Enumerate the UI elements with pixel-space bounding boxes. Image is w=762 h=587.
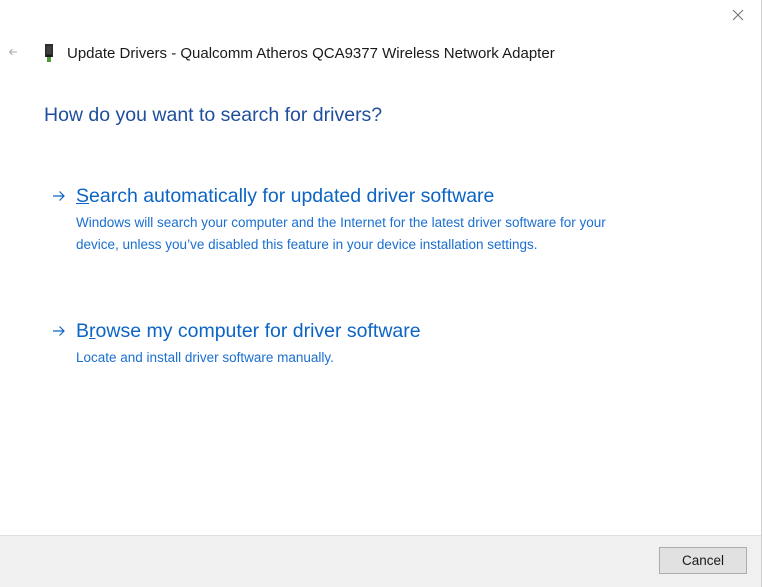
window-title: Update Drivers - Qualcomm Atheros QCA937…	[67, 44, 555, 62]
browse-computer-description: Locate and install driver software manua…	[76, 350, 334, 365]
search-automatically-title: Search automatically for updated driver …	[76, 185, 494, 208]
arrow-right-icon	[53, 191, 65, 201]
cancel-button[interactable]: Cancel	[659, 547, 747, 574]
search-automatically-option[interactable]: Search automatically for updated driver …	[52, 183, 646, 256]
access-key: S	[76, 184, 90, 207]
browse-computer-title: Browse my computer for driver software	[76, 320, 421, 343]
close-icon	[732, 9, 744, 21]
network-adapter-icon	[45, 44, 53, 62]
back-button[interactable]	[4, 42, 22, 62]
dialog-footer: Cancel	[0, 535, 761, 587]
browse-computer-title-text: owse my computer for driver software	[95, 319, 421, 342]
browse-computer-title-prefix: B	[76, 319, 90, 342]
browse-computer-option[interactable]: Browse my computer for driver software L…	[52, 318, 646, 369]
back-arrow-icon	[8, 48, 17, 56]
search-automatically-title-text: earch automatically for updated driver s…	[89, 184, 495, 207]
page-heading: How do you want to search for drivers?	[44, 104, 383, 126]
title-bar: Update Drivers - Qualcomm Atheros QCA937…	[44, 42, 555, 64]
search-automatically-description: Windows will search your computer and th…	[76, 215, 606, 252]
update-drivers-dialog: Update Drivers - Qualcomm Atheros QCA937…	[0, 0, 762, 587]
arrow-right-icon	[53, 326, 65, 336]
close-button[interactable]	[723, 2, 753, 28]
